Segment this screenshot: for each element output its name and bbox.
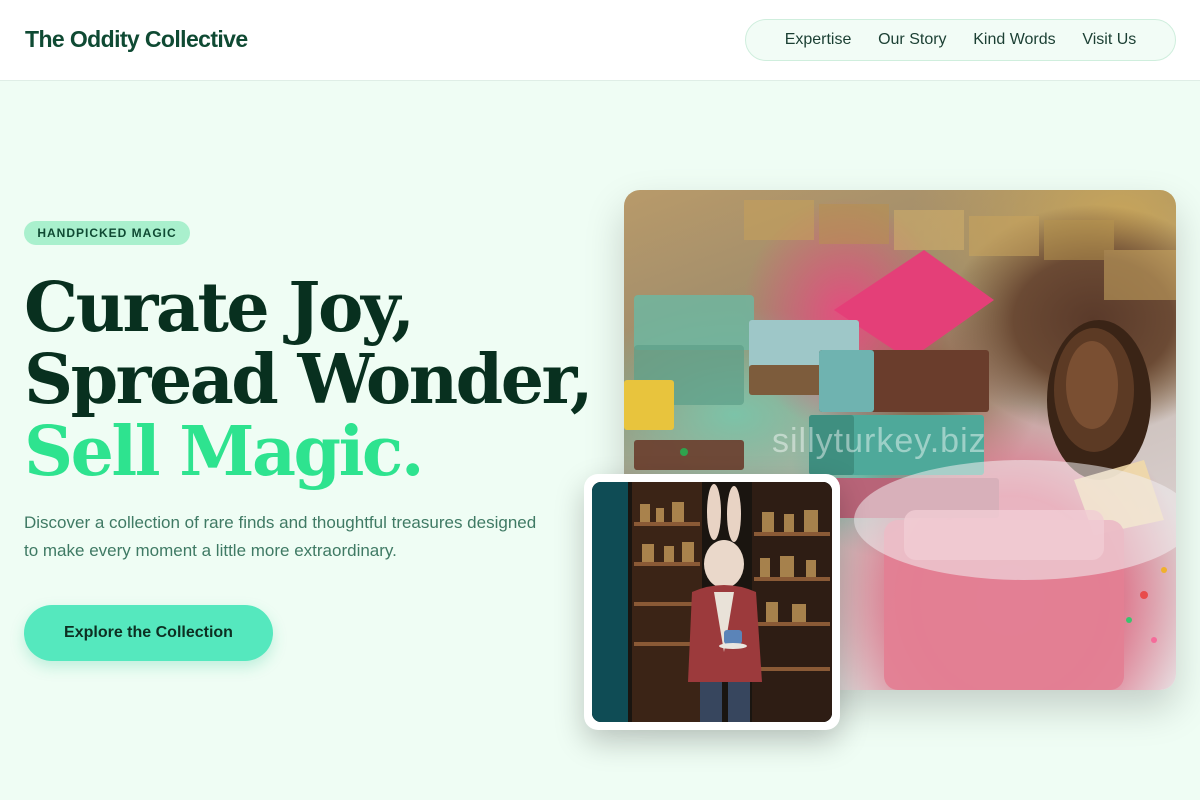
nav-item-visit-us[interactable]: Visit Us [1080,31,1138,49]
nav-item-our-story[interactable]: Our Story [876,31,948,49]
brand-logo[interactable]: The Oddity Collective [25,26,248,53]
nav-item-expertise[interactable]: Expertise [783,31,854,49]
rabbit-shopkeeper-photo [592,482,832,722]
headline-accent: Sell Magic. [24,412,425,492]
hero-headline: Curate Joy, Spread Wonder, Sell Magic. [24,268,594,492]
hero-badge: HANDPICKED MAGIC [24,221,190,245]
rabbit-shopkeeper-illustration [592,482,832,722]
site-header: The Oddity Collective Expertise Our Stor… [0,0,1200,81]
hero-description: Discover a collection of rare finds and … [24,513,537,560]
headline-line-2: Spread Wonder, [24,340,594,420]
explore-collection-button[interactable]: Explore the Collection [24,605,273,661]
inset-photo-card [584,474,840,730]
main-nav: Expertise Our Story Kind Words Visit Us [745,19,1176,61]
image-watermark: sillyturkey.biz [772,422,987,460]
headline-line-1: Curate Joy, [24,268,415,348]
nav-item-kind-words[interactable]: Kind Words [971,31,1057,49]
